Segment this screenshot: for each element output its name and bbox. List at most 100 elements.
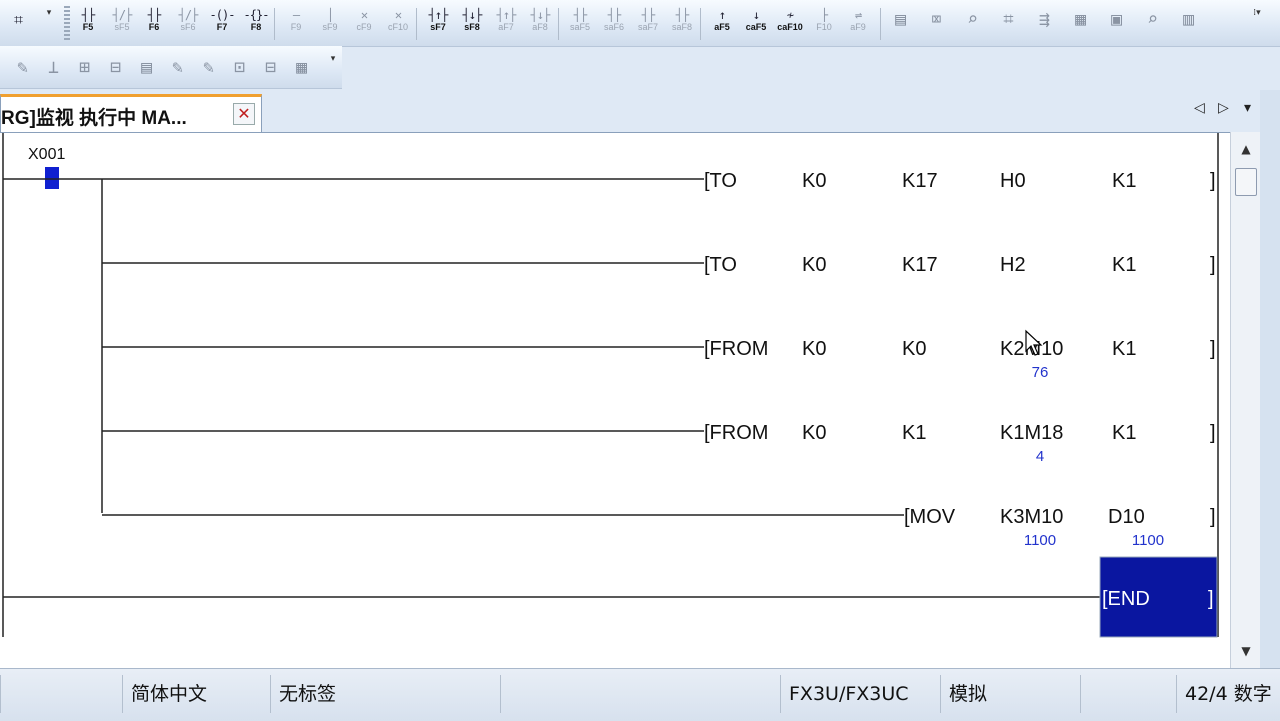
instruction-operand[interactable]: H0	[1000, 170, 1026, 192]
fkey-button-af7[interactable]: ┤↑├ aF7	[492, 0, 520, 40]
secondary-tool-button[interactable]: ⊟	[101, 48, 129, 88]
instruction-operand[interactable]: K1	[1112, 170, 1136, 192]
fkey-button-saf6[interactable]: ┤├ saF6	[600, 0, 628, 40]
tool-button[interactable]: ⌧	[922, 0, 950, 40]
secondary-tool-button[interactable]: ✎	[194, 48, 222, 88]
fkey-button-sf7[interactable]: ┤↑├ sF7	[424, 0, 452, 40]
tool-button[interactable]: ▥	[1174, 0, 1202, 40]
status-cell: FX3U/FX3UC	[780, 675, 940, 713]
scroll-thumb[interactable]	[1235, 168, 1257, 196]
contact-device-label: X001	[28, 146, 65, 163]
instruction-operand[interactable]: K0	[802, 422, 826, 444]
fkey-button-f6[interactable]: ┤├ F6	[140, 0, 168, 40]
fkey-button-caf5[interactable]: ↓ caF5	[742, 0, 770, 40]
instruction-operand[interactable]: K3M10	[1000, 506, 1063, 528]
instruction-operand[interactable]: K0	[902, 338, 926, 360]
tool-button[interactable]: ▣	[1102, 0, 1130, 40]
secondary-tool-button[interactable]: ⊟	[256, 48, 284, 88]
vertical-scrollbar[interactable]: ▲ ▼	[1230, 132, 1261, 668]
ladder-editor[interactable]: X001 [TO K0 K17 H0 K1] [TO K0 K17 H2 K1] [FROM K0 K0…	[0, 132, 1230, 669]
tool-button[interactable]: ⇶	[1030, 0, 1058, 40]
tool-button[interactable]: ⌕	[1138, 0, 1166, 40]
tool-button[interactable]: ▦	[1066, 0, 1094, 40]
instruction-closing-bracket: ]	[1210, 254, 1216, 276]
instruction-operand[interactable]: K0	[802, 170, 826, 192]
secondary-tool-button[interactable]: ⊞	[70, 48, 98, 88]
instruction-mnemonic[interactable]: [TO	[704, 170, 737, 192]
tab-ladder-monitor[interactable]: RG]监视 执行中 MA... ✕	[0, 94, 262, 132]
ladder-symbol-icon: ┤├	[675, 8, 689, 22]
monitor-value: 1100	[1024, 532, 1056, 549]
edit-tool-icon: ▦	[296, 57, 307, 78]
fkey-button-cf9[interactable]: ✕ cF9	[350, 0, 378, 40]
edit-tool-icon: ✎	[17, 57, 28, 78]
tool-button[interactable]: ⌕	[958, 0, 986, 40]
ladder-symbol-icon: ≁	[786, 8, 794, 22]
secondary-tool-button[interactable]: ⊥	[39, 48, 67, 88]
instruction-operand[interactable]: K1	[902, 422, 926, 444]
scroll-down-icon[interactable]: ▼	[1231, 638, 1261, 664]
instruction-operand[interactable]: K1M18	[1000, 422, 1063, 444]
find-binoculars-button[interactable]: ⌗	[4, 0, 32, 40]
tab-prev-icon[interactable]: ◁	[1194, 100, 1205, 116]
fkey-button-af5[interactable]: ↑ aF5	[708, 0, 736, 40]
instruction-mnemonic[interactable]: [MOV	[904, 506, 956, 528]
ladder-symbol-icon: ├	[820, 8, 828, 22]
toolbar-overflow-button[interactable]: ▾	[44, 8, 54, 38]
instruction-operand[interactable]: K1	[1112, 254, 1136, 276]
edit-tool-icon: ✎	[203, 57, 214, 78]
secondary-tool-button[interactable]: ▦	[287, 48, 315, 88]
ladder-symbol-icon: ✕	[394, 8, 402, 22]
instruction-operand[interactable]: K17	[902, 254, 938, 276]
fkey-button-f7[interactable]: -()- F7	[208, 0, 236, 40]
fkey-button-f9[interactable]: — F9	[282, 0, 310, 40]
status-cell	[0, 675, 122, 713]
fkey-button-f5[interactable]: ┤├ F5	[74, 0, 102, 40]
fkey-button-cf10[interactable]: ✕ cF10	[384, 0, 412, 40]
edit-tool-icon: ⊟	[265, 57, 276, 78]
instruction-operand[interactable]: D10	[1108, 506, 1145, 528]
contact-x001[interactable]	[45, 167, 59, 189]
tool-button[interactable]: ⌗	[994, 0, 1022, 40]
instruction-operand[interactable]: K0	[802, 254, 826, 276]
fkey-button-af9[interactable]: ⇌ aF9	[844, 0, 872, 40]
fkey-label: cF9	[356, 22, 372, 32]
secondary-tool-button[interactable]: ▤	[132, 48, 160, 88]
tab-menu-icon[interactable]: ▾	[1244, 100, 1251, 116]
secondary-tool-button[interactable]: ✎	[8, 48, 36, 88]
toolbar-grip[interactable]	[64, 6, 70, 40]
fkey-button-saf5[interactable]: ┤├ saF5	[566, 0, 594, 40]
instruction-operand[interactable]: K1	[1112, 422, 1136, 444]
fkey-button-sf9[interactable]: │ sF9	[316, 0, 344, 40]
tool-button[interactable]: ▤	[886, 0, 914, 40]
tab-close-icon[interactable]: ✕	[233, 103, 255, 125]
status-cell: 模拟	[940, 675, 1080, 713]
fkey-button-saf7[interactable]: ┤├ saF7	[634, 0, 662, 40]
ladder-symbol-icon: ↑	[718, 8, 726, 22]
instruction-mnemonic[interactable]: [TO	[704, 254, 737, 276]
fkey-label: sF7	[430, 22, 446, 32]
instruction-operand[interactable]: K1	[1112, 338, 1136, 360]
secondary-tool-button[interactable]: ✎	[163, 48, 191, 88]
fkey-button-f10[interactable]: ├ F10	[810, 0, 838, 40]
instruction-operand[interactable]: K17	[902, 170, 938, 192]
tool-icon: ⌗	[1003, 9, 1013, 30]
toolbar-overflow-right[interactable]: ⁞▾	[1252, 8, 1262, 38]
fkey-button-sf5[interactable]: ┤/├ sF5	[108, 0, 136, 40]
secondary-tool-button[interactable]: ⊡	[225, 48, 253, 88]
main-toolbar: ⌗ ▾ ┤├ F5 ┤/├ sF5 ┤├ F6 ┤/├ sF6 -()- F7 -{}- F8 — F9 │…	[0, 0, 1280, 47]
fkey-button-sf8[interactable]: ┤↓├ sF8	[458, 0, 486, 40]
fkey-button-f8[interactable]: -{}- F8	[242, 0, 270, 40]
secondary-toolbar-overflow[interactable]: ▾	[328, 54, 338, 84]
fkey-button-sf6[interactable]: ┤/├ sF6	[174, 0, 202, 40]
fkey-button-saf8[interactable]: ┤├ saF8	[668, 0, 696, 40]
tool-icon: ⌧	[931, 9, 942, 30]
instruction-operand[interactable]: H2	[1000, 254, 1026, 276]
tab-next-icon[interactable]: ▷	[1218, 100, 1229, 116]
fkey-button-af8[interactable]: ┤↓├ aF8	[526, 0, 554, 40]
instruction-operand[interactable]: K0	[802, 338, 826, 360]
instruction-mnemonic[interactable]: [FROM	[704, 422, 768, 444]
fkey-button-caf10[interactable]: ≁ caF10	[776, 0, 804, 40]
scroll-up-icon[interactable]: ▲	[1231, 136, 1261, 162]
instruction-mnemonic[interactable]: [FROM	[704, 338, 768, 360]
